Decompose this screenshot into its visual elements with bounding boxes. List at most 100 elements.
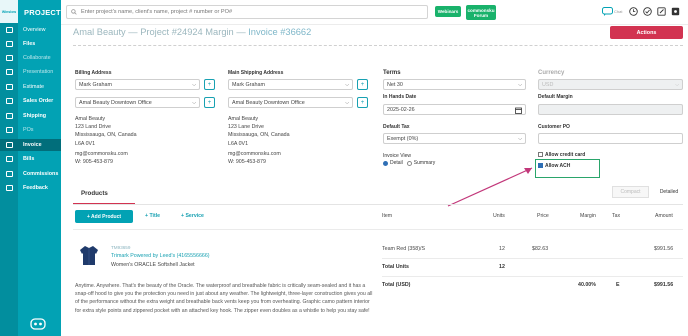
- chat-icon[interactable]: [601, 6, 613, 16]
- default-tax-select[interactable]: Exempt (0%) ⌵: [383, 133, 526, 144]
- chat-badge: Chat: [614, 9, 623, 14]
- robot-icon[interactable]: [30, 318, 46, 332]
- summary-radio[interactable]: [406, 160, 412, 166]
- shipping-address-value: Amal Beauty Downtown Office: [232, 99, 305, 106]
- credit-card-check[interactable]: [538, 152, 543, 158]
- terms-select[interactable]: Net 30 ⌵: [383, 79, 526, 90]
- currency-select[interactable]: USD ⌵: [538, 79, 683, 90]
- sidebar-item-commissions[interactable]: Commissions: [0, 168, 61, 180]
- billing-contact-add-button[interactable]: +: [204, 79, 215, 90]
- default-margin-input[interactable]: [538, 104, 683, 115]
- column-header-margin: Margin: [580, 213, 596, 219]
- clock-icon[interactable]: [628, 6, 638, 16]
- chevron-down-icon: ⌵: [192, 82, 196, 88]
- sidebar-item-feedback[interactable]: Feedback: [0, 182, 61, 194]
- allow-ach-label: Allow ACH: [545, 163, 571, 169]
- chevron-down-icon: ⌵: [675, 82, 679, 88]
- billing-contact-select[interactable]: Mark Graham ⌵: [75, 79, 200, 90]
- sidebar-item-invoice[interactable]: Invoice: [0, 139, 61, 151]
- product-description: Anytime. Anywhere. That's the beauty of …: [75, 283, 373, 314]
- chevron-down-icon: ⌵: [345, 100, 349, 106]
- sidebar-item-files[interactable]: Files: [0, 38, 61, 50]
- billing-address-add-button[interactable]: +: [204, 97, 215, 108]
- shipping-contact-add-button[interactable]: +: [357, 79, 368, 90]
- invoice-view-radio-group: Detail Summary: [383, 160, 435, 166]
- summary-radio-label: Summary: [413, 160, 436, 166]
- shipping-address-label: Main Shipping Address: [228, 70, 284, 76]
- product-supplier-link[interactable]: Trimark Powered by Leed's (4165556666): [111, 253, 210, 259]
- detail-radio-label: Detail: [390, 160, 403, 166]
- project-name[interactable]: Project #24924 Margin: [140, 27, 234, 37]
- sidebar-item-bills[interactable]: Bills: [0, 153, 61, 165]
- cart-icon: [5, 98, 13, 104]
- settings-icon[interactable]: [670, 6, 680, 16]
- brand-logo[interactable]: Winslow: [0, 0, 18, 23]
- title-separator: —: [125, 27, 141, 37]
- total-margin: 40.00%: [578, 282, 596, 288]
- allow-credit-card-label: Allow credit card: [545, 152, 586, 158]
- invoice-view-label: Invoice View: [383, 153, 411, 159]
- search-input[interactable]: [81, 9, 411, 15]
- tab-products[interactable]: Products: [81, 190, 108, 197]
- title-separator-2: —: [233, 27, 249, 37]
- page-title: Amal Beauty — Project #24924 Margin — In…: [73, 27, 311, 37]
- chevron-down-icon: ⌵: [518, 82, 522, 88]
- sidebar-title: PROJECT: [24, 8, 61, 17]
- default-tax-value: Exempt (0%): [387, 135, 419, 142]
- in-hands-date-input[interactable]: 2025-02-26: [383, 104, 526, 115]
- sidebar-item-shipping[interactable]: Shipping: [0, 110, 61, 122]
- webinars-button[interactable]: Webinars: [435, 6, 461, 17]
- currency-label: Currency: [538, 70, 565, 76]
- row-units: 12: [499, 246, 505, 252]
- sidebar-item-presentation[interactable]: Presentation: [0, 66, 61, 78]
- shipping-contact-value: Mark Graham: [232, 81, 265, 88]
- row-divider: [382, 276, 683, 277]
- client-name[interactable]: Amal Beauty: [73, 27, 126, 37]
- percent-icon: [5, 171, 13, 177]
- edit-icon[interactable]: [656, 6, 666, 16]
- terms-label: Terms: [383, 70, 401, 76]
- total-tax: E: [616, 282, 620, 288]
- actions-button[interactable]: Actions: [610, 26, 683, 39]
- billing-address-select[interactable]: Amal Beauty Downtown Office ⌵: [75, 97, 200, 108]
- default-margin-label: Default Margin: [538, 94, 573, 100]
- checkmark-icon[interactable]: [642, 6, 652, 16]
- sidebar-item-collaborate[interactable]: Collaborate: [0, 52, 61, 64]
- total-label: Total (USD): [382, 282, 411, 288]
- shipping-contact-select[interactable]: Mark Graham ⌵: [228, 79, 353, 90]
- compact-view-button[interactable]: Compact: [612, 186, 649, 198]
- search-bar[interactable]: [66, 5, 428, 19]
- sidebar-item-estimate[interactable]: Estimate: [0, 81, 61, 93]
- billing-contact-value: Mark Graham: [79, 81, 112, 88]
- in-hands-date-value: 2025-02-26: [387, 106, 415, 113]
- default-tax-label: Default Tax: [383, 124, 410, 130]
- add-product-button[interactable]: + Add Product: [75, 210, 133, 223]
- detailed-view-button[interactable]: Detailed: [653, 186, 685, 198]
- add-service-button[interactable]: + Service: [181, 213, 204, 219]
- chevron-down-icon: ⌵: [345, 82, 349, 88]
- detail-radio[interactable]: [383, 160, 388, 166]
- sidebar-item-pos[interactable]: POs: [0, 124, 61, 136]
- sidebar-item-sales-order[interactable]: Sales Order: [0, 95, 61, 107]
- add-title-button[interactable]: + Title: [145, 213, 160, 219]
- shipping-address-add-button[interactable]: +: [357, 97, 368, 108]
- jacket-thumbnail[interactable]: [78, 244, 100, 266]
- allow-ach-checkbox[interactable]: Allow ACH: [538, 163, 570, 169]
- sidebar-item-overview[interactable]: Overview: [0, 24, 61, 36]
- in-hands-date-label: In Hands Date: [383, 94, 417, 100]
- header-divider: [73, 45, 683, 46]
- folder-icon: [5, 41, 13, 47]
- calculator-icon: [5, 84, 13, 90]
- shipping-address-select[interactable]: Amal Beauty Downtown Office ⌵: [228, 97, 353, 108]
- sidebar: Winslow PROJECT Overview Files Collabora…: [0, 0, 61, 336]
- tab-divider: [73, 204, 683, 205]
- row-price: $82.63: [532, 246, 549, 252]
- shipping-address-block: Amal Beauty 123 Lane Drive Mississauga, ON…: [228, 115, 290, 166]
- customer-po-input[interactable]: [538, 133, 683, 144]
- column-header-units: Units: [493, 213, 505, 219]
- truck-icon: [5, 113, 13, 119]
- calendar-icon[interactable]: [515, 107, 522, 114]
- community-forum-button[interactable]: commonsku Forum: [466, 5, 496, 20]
- shipping-phone: W: 905-453-879: [228, 159, 266, 166]
- allow-credit-card-checkbox[interactable]: Allow credit card: [538, 152, 585, 158]
